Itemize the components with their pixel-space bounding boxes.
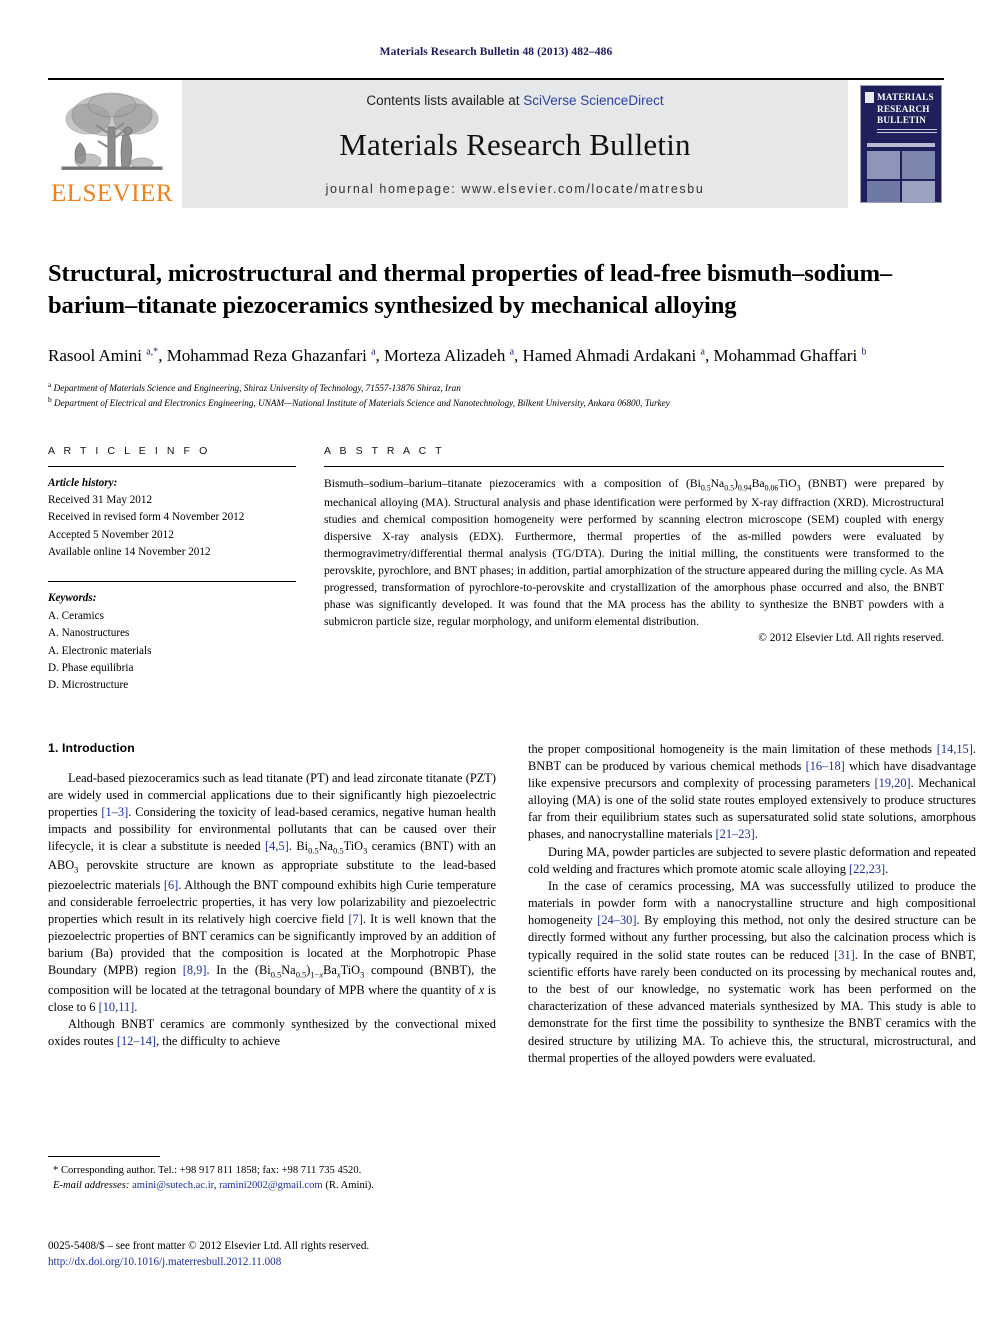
body-column-left: 1. Introduction Lead-based piezoceramics… — [48, 741, 496, 1067]
cover-line-3: BULLETIN — [877, 115, 927, 125]
sciencedirect-link[interactable]: SciVerse ScienceDirect — [523, 93, 663, 108]
article-info-column: A R T I C L E I N F O Article history: R… — [48, 445, 296, 695]
issn-copyright-line: 0025-5408/$ – see front matter © 2012 El… — [48, 1240, 370, 1252]
author-list: Rasool Amini a,*, Mohammad Reza Ghazanfa… — [48, 345, 867, 365]
cover-micrograph-1 — [867, 150, 900, 179]
paper-title: Structural, microstructural and thermal … — [48, 260, 893, 319]
affiliation-list: a Department of Materials Science and En… — [48, 380, 944, 411]
email-link-2[interactable]: ramini2002@gmail.com — [219, 1180, 323, 1191]
running-head: Materials Research Bulletin 48 (2013) 48… — [379, 46, 613, 58]
paper-page: Materials Research Bulletin 48 (2013) 48… — [0, 0, 992, 1323]
email-label: E-mail addresses: — [53, 1180, 130, 1192]
affiliation-text-b: Department of Electrical and Electronics… — [54, 398, 670, 409]
keywords-rule — [48, 581, 296, 583]
elsevier-tree-icon — [61, 92, 163, 170]
keyword-item: D. Microstructure — [48, 679, 129, 692]
body-columns: 1. Introduction Lead-based piezoceramics… — [48, 741, 976, 1067]
keywords-block: Keywords: A. Ceramics A. Nanostructures … — [48, 590, 296, 694]
article-history-block: Article history: Received 31 May 2012 Re… — [48, 475, 296, 562]
abstract-heading: A B S T R A C T — [324, 444, 445, 457]
paragraph: Although BNBT ceramics are commonly synt… — [48, 1016, 496, 1049]
page-footer: 0025-5408/$ – see front matter © 2012 El… — [48, 1238, 548, 1270]
keyword-item: A. Electronic materials — [48, 644, 152, 657]
body-column-right: the proper compositional homogeneity is … — [528, 741, 976, 1067]
cover-elsevier-mark-icon — [865, 92, 874, 103]
history-item: Accepted 5 November 2012 — [48, 528, 174, 541]
cover-line-1: MATERIALS — [877, 92, 934, 102]
abstract-rule — [324, 465, 944, 467]
email-link-1[interactable]: amini@sutech.ac.ir — [132, 1180, 214, 1191]
email-owner: (R. Amini). — [325, 1180, 374, 1192]
journal-cover-thumbnail: MATERIALS RESEARCH BULLETIN — [858, 80, 944, 208]
elsevier-wordmark: ELSEVIER — [50, 180, 174, 207]
paragraph: In the case of ceramics processing, MA w… — [528, 878, 976, 1065]
paragraph: Lead-based piezoceramics such as lead ti… — [48, 770, 496, 1014]
keyword-item: D. Phase equilibria — [48, 661, 134, 674]
history-item: Received in revised form 4 November 2012 — [48, 511, 245, 524]
affiliation-marker-a: a — [48, 379, 52, 389]
history-item: Received 31 May 2012 — [48, 493, 153, 506]
affiliation-a: a Department of Materials Science and En… — [48, 380, 944, 395]
paragraph: the proper compositional homogeneity is … — [528, 741, 976, 842]
elsevier-logo: ELSEVIER — [48, 80, 176, 208]
email-line: E-mail addresses: amini@sutech.ac.ir, ra… — [48, 1178, 496, 1193]
affiliation-b: b Department of Electrical and Electroni… — [48, 395, 944, 410]
keyword-item: A. Ceramics — [48, 609, 104, 622]
journal-title: Materials Research Bulletin — [339, 127, 691, 162]
title-block: Structural, microstructural and thermal … — [48, 258, 944, 411]
cover-line-2: RESEARCH — [877, 103, 930, 114]
doi-link[interactable]: http://dx.doi.org/10.1016/j.materresbull… — [48, 1254, 548, 1270]
section-heading-introduction: 1. Introduction — [48, 740, 135, 755]
abstract-copyright: © 2012 Elsevier Ltd. All rights reserved… — [758, 631, 944, 644]
paragraph: During MA, powder particles are subjecte… — [528, 844, 976, 876]
article-info-heading: A R T I C L E I N F O — [48, 444, 211, 457]
footnote-text: * Corresponding author. Tel.: +98 917 81… — [48, 1163, 496, 1193]
footnote-divider — [48, 1156, 160, 1157]
cover-micrograph-3 — [867, 180, 900, 202]
article-info-rule — [48, 465, 296, 467]
journal-homepage-link[interactable]: journal homepage: www.elsevier.com/locat… — [326, 182, 705, 196]
article-history-label: Article history: — [48, 476, 118, 489]
footnote-block: * Corresponding author. Tel.: +98 917 81… — [48, 1156, 496, 1193]
abstract-column: A B S T R A C T Bismuth–sodium–barium–ti… — [324, 445, 944, 695]
info-and-abstract: A R T I C L E I N F O Article history: R… — [48, 445, 944, 695]
journal-masthead: ELSEVIER Contents lists available at Sci… — [48, 78, 944, 208]
history-item: Available online 14 November 2012 — [48, 546, 211, 559]
abstract-text: Bismuth–sodium–barium–titanate piezocera… — [324, 476, 944, 628]
contents-available-line: Contents lists available at SciVerse Sci… — [366, 93, 663, 108]
keywords-label: Keywords: — [48, 592, 97, 605]
contents-prefix: Contents lists available at — [366, 93, 524, 108]
cover-micrograph-2 — [902, 150, 935, 179]
masthead-banner: Contents lists available at SciVerse Sci… — [182, 80, 848, 208]
cover-caption-bar — [867, 142, 935, 147]
cover-micrograph-4 — [902, 180, 935, 202]
cover-micrograph-grid — [867, 150, 935, 202]
affiliation-text-a: Department of Materials Science and Engi… — [53, 382, 461, 393]
keyword-item: A. Nanostructures — [48, 627, 130, 640]
cover-subtitle-bars — [877, 128, 937, 135]
corresponding-author-line: * Corresponding author. Tel.: +98 917 81… — [53, 1165, 362, 1176]
affiliation-marker-b: b — [48, 395, 52, 405]
cover-image: MATERIALS RESEARCH BULLETIN — [860, 85, 942, 203]
